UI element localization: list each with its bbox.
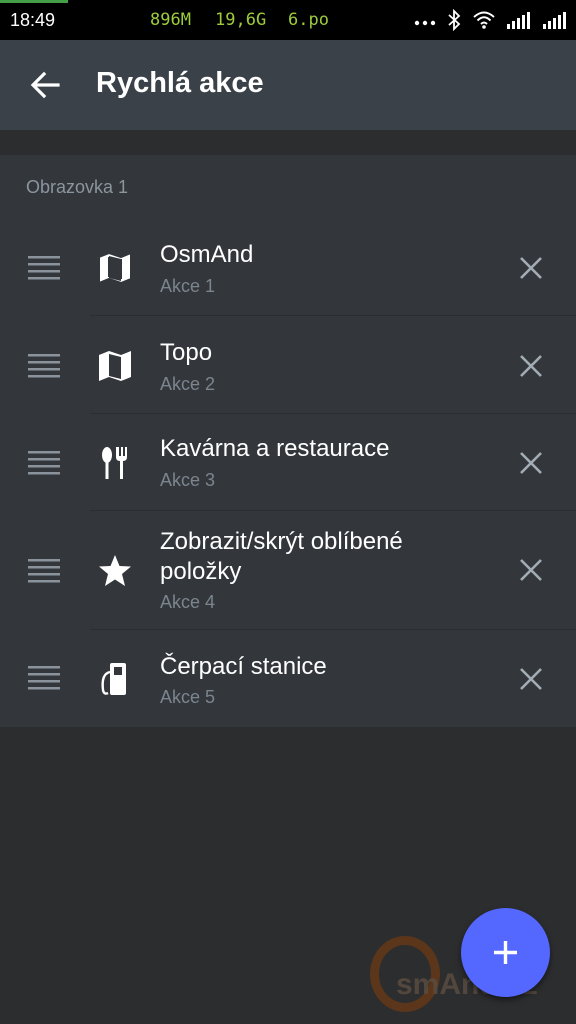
list-item[interactable]: Čerpací stanice Akce 5 xyxy=(0,630,576,727)
action-label: Čerpací stanice xyxy=(160,653,327,680)
action-sub: Akce 5 xyxy=(160,687,216,707)
app-bar: Rychlá akce xyxy=(0,40,576,130)
arrow-back-icon[interactable] xyxy=(26,65,66,105)
drag-handle-icon[interactable] xyxy=(28,256,60,280)
list-item[interactable]: OsmAnd Akce 1 xyxy=(0,218,576,316)
close-icon[interactable] xyxy=(518,666,544,692)
signal-icon xyxy=(542,10,568,35)
bluetooth-icon xyxy=(446,8,462,36)
action-sub: Akce 1 xyxy=(160,276,216,296)
action-label: Topo xyxy=(160,339,213,366)
section-title: Obrazovka 1 xyxy=(26,177,129,197)
status-storage: 19,6G xyxy=(215,10,267,30)
actions-card: Obrazovka 1 OsmAnd Akce 1 Topo Akce 2 Ka… xyxy=(0,155,576,727)
wifi-icon xyxy=(472,10,496,35)
map-icon xyxy=(96,249,134,287)
star-icon xyxy=(96,552,134,590)
status-ram: 896M xyxy=(150,10,191,30)
drag-handle-icon[interactable] xyxy=(28,559,60,583)
more-icon xyxy=(414,9,436,36)
status-bar: 18:49 896M 19,6G 6.po xyxy=(0,0,576,40)
list-item[interactable]: Kavárna a restaurace Akce 3 xyxy=(0,414,576,511)
drag-handle-icon[interactable] xyxy=(28,354,60,378)
restaurant-icon xyxy=(96,444,134,482)
signal-icon xyxy=(506,10,532,35)
map-icon xyxy=(96,347,134,385)
status-time: 18:49 xyxy=(10,10,56,30)
list-item[interactable]: Zobrazit/skrýt oblíbené položky Akce 4 xyxy=(0,511,576,630)
list-item[interactable]: Topo Akce 2 xyxy=(0,316,576,414)
close-icon[interactable] xyxy=(518,557,544,583)
drag-handle-icon[interactable] xyxy=(28,451,60,475)
status-progress-line xyxy=(0,0,68,3)
action-label: Zobrazit/skrýt oblíbené položky xyxy=(160,528,403,585)
action-sub: Akce 4 xyxy=(160,592,216,612)
action-sub: Akce 2 xyxy=(160,374,216,394)
drag-handle-icon[interactable] xyxy=(28,666,60,690)
plus-icon xyxy=(494,941,517,964)
action-sub: Akce 3 xyxy=(160,470,216,490)
add-action-button[interactable] xyxy=(461,908,550,997)
close-icon[interactable] xyxy=(518,450,544,476)
close-icon[interactable] xyxy=(518,255,544,281)
action-label: OsmAnd xyxy=(160,241,254,268)
page-title: Rychlá akce xyxy=(96,67,264,99)
status-day: 6.po xyxy=(288,10,329,30)
action-label: Kavárna a restaurace xyxy=(160,435,390,462)
fuel-icon xyxy=(96,660,134,698)
close-icon[interactable] xyxy=(518,353,544,379)
